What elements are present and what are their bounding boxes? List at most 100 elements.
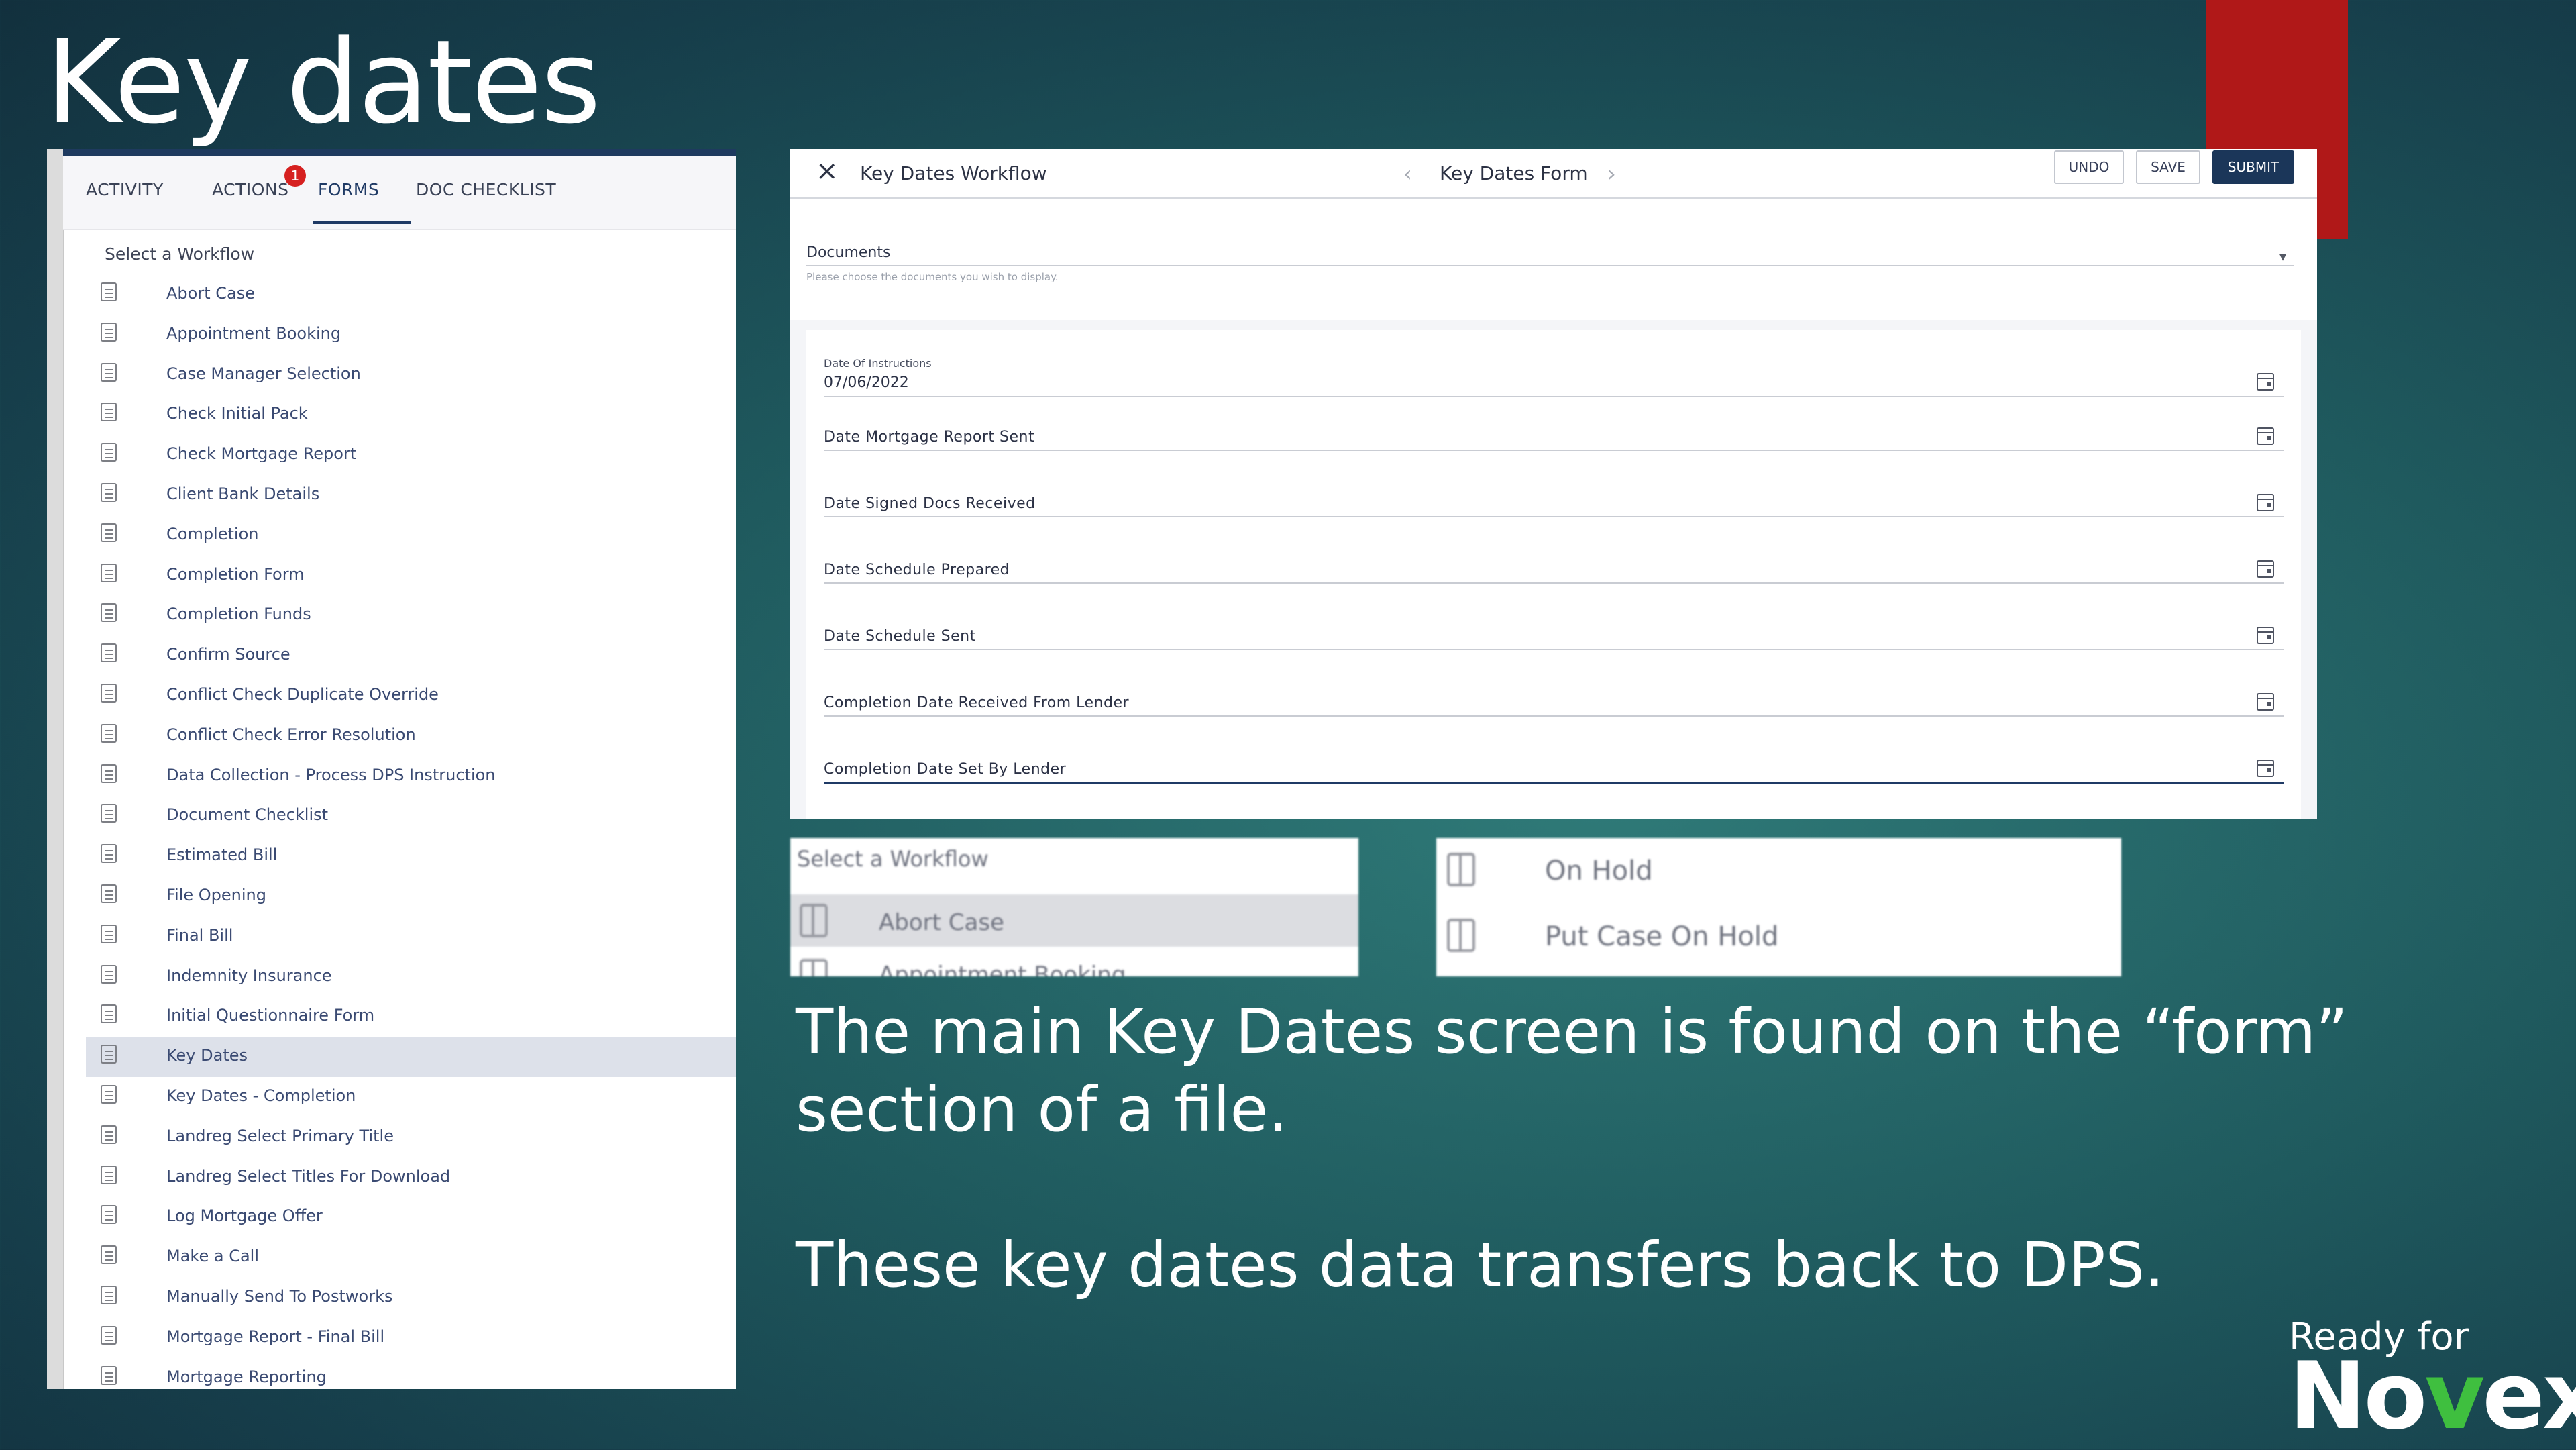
workflow-list-item-label: Data Collection - Process DPS Instructio… (166, 765, 496, 784)
zoom-item-on-hold: On Hold (1545, 856, 1653, 886)
date-field-schedule-sent[interactable]: Date Schedule Sent (824, 596, 2286, 662)
slide-title: Key dates (46, 15, 601, 150)
workflow-list-item[interactable]: Indemnity Insurance (86, 957, 736, 997)
workflow-list-item[interactable]: Initial Questionnaire Form (86, 996, 736, 1037)
workflow-list-item[interactable]: File Opening (86, 876, 736, 917)
form-list-icon (101, 1045, 117, 1064)
form-list-icon (101, 924, 117, 943)
form-list-icon (101, 1004, 117, 1024)
workflow-list-item[interactable]: Client Bank Details (86, 475, 736, 515)
workflow-list-item[interactable]: Completion (86, 515, 736, 556)
workflow-panel: ACTIVITY ACTIONS 1 FORMS DOC CHECKLIST S… (47, 149, 736, 1389)
date-field-label: Date Schedule Sent (824, 628, 976, 645)
workflow-list-item[interactable]: Abort Case (86, 274, 736, 315)
date-field-completion-date-received[interactable]: Completion Date Received From Lender (824, 662, 2286, 729)
date-field-label: Date Signed Docs Received (824, 495, 1036, 512)
tab-doc-checklist[interactable]: DOC CHECKLIST (416, 180, 556, 199)
workflow-list-item-label: Key Dates (166, 1046, 248, 1066)
workflow-list-item-label: Client Bank Details (166, 484, 320, 503)
workflow-list-item[interactable]: Log Mortgage Offer (86, 1197, 736, 1237)
key-dates-card: Date Of Instructions 07/06/2022 Date Mor… (806, 330, 2301, 819)
calendar-icon[interactable] (2257, 693, 2274, 711)
body-text-line-3: These key dates data transfers back to D… (796, 1229, 2165, 1301)
workflow-list-item-label: Mortgage Reporting (166, 1367, 327, 1386)
form-title: Key Dates Form (1440, 162, 1588, 185)
form-list-icon (101, 964, 117, 984)
workflow-list-item[interactable]: Appointment Booking (86, 315, 736, 355)
workflow-list-item-label: Conflict Check Error Resolution (166, 725, 416, 744)
workflow-list-item[interactable]: Conflict Check Duplicate Override (86, 676, 736, 716)
workflow-list-item-label: Key Dates - Completion (166, 1086, 356, 1105)
documents-select-label[interactable]: Documents (806, 244, 890, 261)
calendar-icon[interactable] (2257, 427, 2274, 445)
form-list-icon (101, 523, 117, 542)
date-field-value[interactable]: 07/06/2022 (824, 374, 909, 391)
form-list-icon (101, 1125, 117, 1144)
workflow-list: Abort Case Appointment Booking Case Manage… (86, 274, 736, 1389)
form-list-icon (101, 322, 117, 342)
workflow-list-item[interactable]: Key Dates (86, 1037, 736, 1077)
workflow-list-item-label: Document Checklist (166, 805, 329, 825)
zoom-selected-row (790, 894, 1358, 947)
workflow-list-item[interactable]: Landreg Select Primary Title (86, 1117, 736, 1157)
novex-logo: Novex (2289, 1350, 2576, 1443)
workflow-title: Key Dates Workflow (860, 162, 1047, 185)
workflow-list-item[interactable]: Key Dates - Completion (86, 1077, 736, 1117)
form-list-icon (101, 723, 117, 743)
date-field-mortgage-report-sent[interactable]: Date Mortgage Report Sent (824, 397, 2286, 463)
undo-button[interactable]: UNDO (2054, 150, 2124, 184)
calendar-icon[interactable] (2257, 760, 2274, 777)
chevron-left-icon[interactable]: ‹ (1403, 161, 1412, 187)
workflow-list-item[interactable]: Make a Call (86, 1237, 736, 1278)
workflow-list-item-label: Initial Questionnaire Form (166, 1006, 375, 1025)
workflow-list-item[interactable]: Case Manager Selection (86, 355, 736, 395)
workflow-list-item[interactable]: Check Mortgage Report (86, 435, 736, 475)
workflow-list-item[interactable]: Completion Form (86, 556, 736, 596)
tab-activity[interactable]: ACTIVITY (86, 180, 164, 199)
select-workflow-heading: Select a Workflow (105, 244, 255, 264)
save-button[interactable]: SAVE (2136, 150, 2200, 184)
zoom-snippet-workflow: Select a Workflow Abort Case Appointment… (790, 838, 1358, 976)
date-field-underline (824, 450, 2284, 451)
chevron-right-icon[interactable]: › (1607, 161, 1616, 187)
form-icon (800, 959, 828, 976)
workflow-list-item[interactable]: Document Checklist (86, 796, 736, 836)
close-icon[interactable]: × (816, 156, 839, 187)
workflow-list-item[interactable]: Check Initial Pack (86, 395, 736, 435)
workflow-list-item-label: Appointment Booking (166, 323, 341, 343)
workflow-list-item[interactable]: Final Bill (86, 917, 736, 957)
tab-forms[interactable]: FORMS (318, 180, 379, 199)
workflow-list-item-label: Abort Case (166, 284, 255, 303)
calendar-icon[interactable] (2257, 627, 2274, 644)
workflow-list-item-label: Conflict Check Duplicate Override (166, 684, 439, 704)
form-list-icon (101, 1084, 117, 1104)
tab-bar: ACTIVITY ACTIONS 1 FORMS DOC CHECKLIST (63, 156, 736, 230)
form-header: × Key Dates Workflow ‹ Key Dates Form › … (790, 149, 2317, 199)
form-list-icon (101, 482, 117, 502)
tab-actions[interactable]: ACTIONS (212, 180, 289, 199)
workflow-list-item[interactable]: Estimated Bill (86, 836, 736, 876)
calendar-icon[interactable] (2257, 373, 2274, 391)
workflow-list-item[interactable]: Manually Send To Postworks (86, 1278, 736, 1318)
zoom-select-heading: Select a Workflow (797, 846, 989, 872)
date-field-completion-date-set[interactable]: Completion Date Set By Lender (824, 729, 2286, 795)
calendar-icon[interactable] (2257, 560, 2274, 578)
workflow-list-item-label: Make a Call (166, 1247, 259, 1266)
workflow-list-item-label: Indemnity Insurance (166, 966, 332, 985)
workflow-list-item[interactable]: Landreg Select Titles For Download (86, 1157, 736, 1198)
workflow-list-item[interactable]: Confirm Source (86, 635, 736, 676)
workflow-list-item[interactable]: Mortgage Report - Final Bill (86, 1318, 736, 1358)
dropdown-caret-icon[interactable]: ▾ (2279, 248, 2286, 264)
workflow-list-item-label: File Opening (166, 885, 267, 904)
submit-button[interactable]: SUBMIT (2212, 150, 2294, 184)
workflow-list-item[interactable]: Completion Funds (86, 595, 736, 635)
workflow-list-item-label: Completion Form (166, 564, 305, 584)
calendar-icon[interactable] (2257, 494, 2274, 511)
workflow-list-item[interactable]: Mortgage Reporting (86, 1358, 736, 1389)
workflow-list-item[interactable]: Conflict Check Error Resolution (86, 716, 736, 756)
date-field-schedule-prepared[interactable]: Date Schedule Prepared (824, 529, 2286, 596)
form-list-icon (101, 643, 117, 663)
date-field-signed-docs-received[interactable]: Date Signed Docs Received (824, 463, 2286, 529)
workflow-list-item[interactable]: Data Collection - Process DPS Instructio… (86, 756, 736, 796)
key-dates-form-panel: × Key Dates Workflow ‹ Key Dates Form › … (790, 149, 2317, 819)
